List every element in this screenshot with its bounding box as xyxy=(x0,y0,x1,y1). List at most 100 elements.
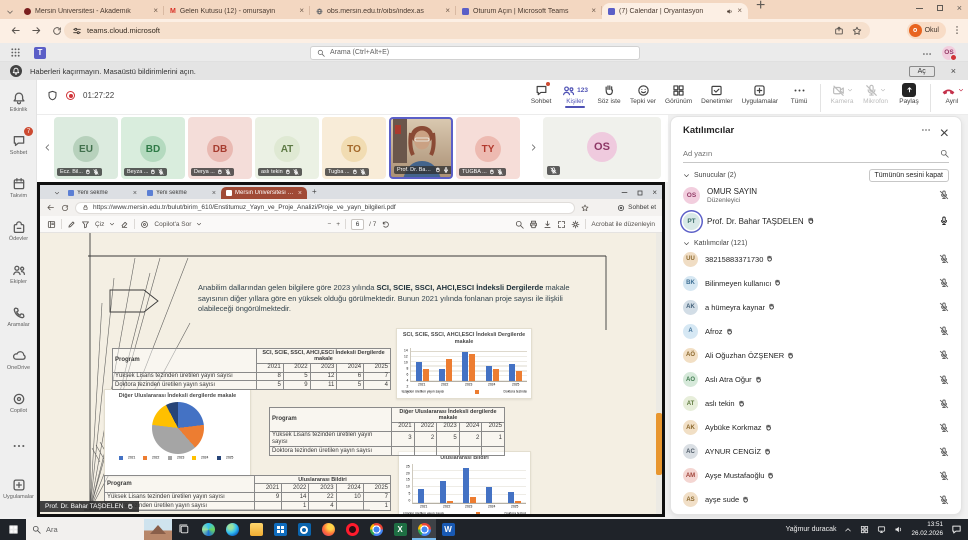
tray-window-icon[interactable] xyxy=(860,525,869,534)
mic-off-icon[interactable] xyxy=(939,375,949,385)
tab-close-icon[interactable]: × xyxy=(212,190,216,197)
mic-off-icon[interactable] xyxy=(939,495,949,505)
browser-tab[interactable]: (7) Calendar | Oryantasyon× xyxy=(602,3,748,19)
taskbar-app-excel[interactable]: X xyxy=(388,519,412,540)
banner-enable-button[interactable]: Aç xyxy=(909,66,935,77)
attendee-row[interactable]: ASayşe sude xyxy=(671,488,961,512)
video-tile[interactable]: EUEcz. Bil... xyxy=(54,117,118,179)
forward-icon[interactable] xyxy=(31,25,42,36)
sidebar-item-ödevler[interactable]: Ödevler xyxy=(0,209,37,252)
scroll-right-icon[interactable] xyxy=(529,143,538,152)
chevron-down-icon[interactable] xyxy=(683,240,690,247)
mic-off-icon[interactable] xyxy=(939,254,949,264)
mic-off-icon[interactable] xyxy=(939,278,949,288)
mic-off-icon[interactable] xyxy=(939,447,949,457)
sidebar-item-more[interactable] xyxy=(0,424,37,467)
tray-volume-icon[interactable] xyxy=(894,525,903,534)
sidebar-item-sohbet[interactable]: Sohbet7 xyxy=(0,123,37,166)
attendee-row[interactable]: AÖAli Oğuzhan ÖZŞENER xyxy=(671,343,961,367)
toolbar-sohbet-button[interactable]: Sohbet xyxy=(529,83,553,105)
zoom-out-icon[interactable]: − xyxy=(327,221,331,228)
mic-off-icon[interactable] xyxy=(939,302,949,312)
browser-tab[interactable]: MGelen Kutusu (12) - omursayin× xyxy=(164,3,310,19)
tab-close-icon[interactable]: × xyxy=(445,7,450,15)
back-icon[interactable] xyxy=(10,25,21,36)
attendee-row[interactable]: ATaslı tekin xyxy=(671,392,961,416)
edit-in-acrobat-button[interactable]: Acrobat ile düzenleyin xyxy=(591,221,655,228)
taskbar-clock[interactable]: 13:51 26.02.2026 xyxy=(911,521,943,537)
attendee-row[interactable]: AOAslı Atra Oğur xyxy=(671,367,961,391)
leave-button[interactable]: Ayrıl xyxy=(940,83,964,105)
task-view-button[interactable] xyxy=(172,519,196,540)
copilot-icon[interactable] xyxy=(140,220,149,229)
shared-url-field[interactable]: https://www.mersin.edu.tr/bulut/birim_61… xyxy=(75,202,575,214)
new-tab-button[interactable]: + xyxy=(312,187,317,196)
toolbar-görünüm-button[interactable]: Görünüm xyxy=(665,83,692,105)
video-tile[interactable]: TYTUĞBA ... xyxy=(456,117,520,179)
reload-icon[interactable] xyxy=(61,204,69,212)
rotate-icon[interactable] xyxy=(381,220,390,229)
taskbar-search-input[interactable]: Ara xyxy=(26,519,172,540)
tab-audio-icon[interactable] xyxy=(726,8,733,15)
taskbar-app-word[interactable]: W xyxy=(436,519,460,540)
pdf-scrollbar[interactable] xyxy=(656,233,662,514)
video-tile-active-speaker[interactable]: Prof. Dr. Bah... xyxy=(389,117,453,179)
pdf-sidebar-icon[interactable] xyxy=(47,220,56,229)
mic-icon[interactable] xyxy=(939,216,949,226)
mic-off-icon[interactable] xyxy=(939,326,949,336)
url-field[interactable]: teams.cloud.microsoft xyxy=(64,22,870,39)
teams-search-input[interactable]: Arama (Ctrl+Alt+E) xyxy=(310,46,640,60)
start-button[interactable] xyxy=(0,519,26,540)
mic-off-icon[interactable] xyxy=(939,471,949,481)
page-number-input[interactable]: 6 xyxy=(351,219,364,230)
tray-chevron-up-icon[interactable] xyxy=(844,526,852,534)
shared-browser-tab[interactable]: Yeni sekme× xyxy=(142,187,221,199)
camera-button[interactable]: Kamera xyxy=(830,83,854,105)
taskbar-app-chrome[interactable] xyxy=(412,519,436,540)
tab-close-icon[interactable]: × xyxy=(298,190,302,197)
tab-search-chevron-icon[interactable] xyxy=(6,8,14,16)
mic-off-icon[interactable] xyxy=(939,350,949,360)
tab-close-icon[interactable]: × xyxy=(591,7,596,15)
taskbar-app-edge[interactable] xyxy=(220,519,244,540)
taskbar-app-opera[interactable] xyxy=(340,519,364,540)
taskbar-app-outlook[interactable] xyxy=(292,519,316,540)
eraser-icon[interactable] xyxy=(120,220,129,229)
toolbar-uygulamalar-button[interactable]: Uygulamalar xyxy=(742,83,779,105)
taskbar-app-file-explorer[interactable] xyxy=(244,519,268,540)
banner-close-icon[interactable]: × xyxy=(951,66,956,76)
taskbar-app-chrome[interactable] xyxy=(364,519,388,540)
presenter-row[interactable]: PTProf. Dr. Bahar TAŞDELEN xyxy=(671,208,961,234)
sidebar-item-aramalar[interactable]: Aramalar xyxy=(0,295,37,338)
attendee-row[interactable]: AKa hümeyra kaynar xyxy=(671,295,961,319)
participant-search-input[interactable]: Ad yazın xyxy=(683,145,949,163)
tab-close-icon[interactable]: × xyxy=(133,190,137,197)
draw-funnel-icon[interactable] xyxy=(81,220,90,229)
back-icon[interactable] xyxy=(46,203,55,212)
shared-browser-tab[interactable]: Mersin Üniversitesi Sağlık Bilimle× xyxy=(221,187,307,199)
sidebar-item-onedrive[interactable]: OneDrive xyxy=(0,338,37,381)
attendee-row[interactable]: AKAybüke Korkmaz xyxy=(671,416,961,440)
draw-label[interactable]: Çiz xyxy=(95,221,104,228)
minimize-button[interactable] xyxy=(916,8,923,9)
attendee-row[interactable]: AAfroz xyxy=(671,319,961,343)
toolbar-tümü-button[interactable]: Tümü xyxy=(787,83,811,105)
reload-icon[interactable] xyxy=(52,26,62,36)
taskbar-app-store[interactable] xyxy=(268,519,292,540)
toolbar-kişiler-button[interactable]: 123Kişiler xyxy=(562,83,588,105)
pen-icon[interactable] xyxy=(67,220,76,229)
chevron-down-icon[interactable] xyxy=(683,172,690,179)
gear-icon[interactable] xyxy=(571,220,580,229)
teams-more-icon[interactable] xyxy=(922,49,932,59)
bookmark-star-icon[interactable] xyxy=(581,204,589,212)
sidebar-item-uygulamalar[interactable]: Uygulamalar xyxy=(0,467,37,510)
browser-tab[interactable]: Mersin Üniversitesi - Akademik× xyxy=(18,3,164,19)
share-button[interactable]: Paylaş xyxy=(897,83,921,105)
video-tile[interactable]: BDBeyza ... xyxy=(121,117,185,179)
mute-all-button[interactable]: Tümünün sesini kapat xyxy=(869,169,949,182)
toolbar-denetimler-button[interactable]: Denetimler xyxy=(701,83,732,105)
presenter-row[interactable]: OSOMUR SAYINDüzenleyici xyxy=(671,182,961,208)
search-icon[interactable] xyxy=(515,220,524,229)
shared-browser-tab[interactable]: Yeni sekme× xyxy=(63,187,142,199)
attendee-row[interactable]: ACAYNUR CENGİZ xyxy=(671,440,961,464)
